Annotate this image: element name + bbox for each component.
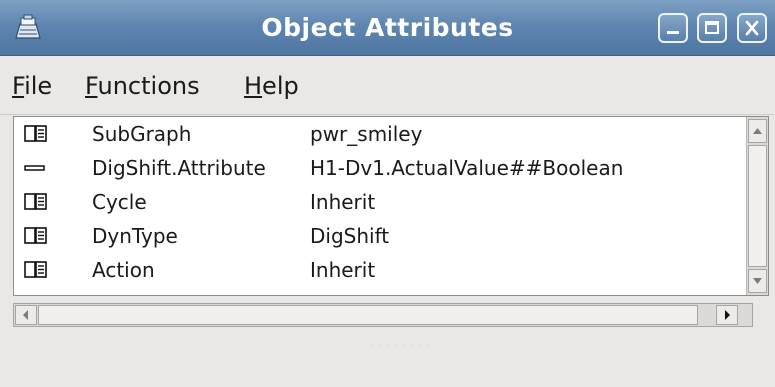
attribute-value: H1-Dv1.ActualValue##Boolean	[310, 156, 624, 180]
attribute-name: SubGraph	[92, 122, 192, 146]
attribute-list-pane: SubGraph pwr_smiley DigShift.Attribute H…	[13, 116, 769, 296]
menu-file[interactable]: File	[12, 70, 52, 102]
minimize-button[interactable]	[658, 13, 688, 43]
attribute-value: DigShift	[310, 224, 390, 248]
scroll-up-button[interactable]	[748, 119, 767, 143]
attribute-row-cycle[interactable]: Cycle Inherit	[14, 185, 742, 219]
vertical-scrollbar[interactable]	[746, 117, 768, 295]
attribute-row-dyntype[interactable]: DynType DigShift	[14, 219, 742, 253]
close-icon	[745, 20, 759, 36]
attribute-name: DigShift.Attribute	[92, 156, 266, 180]
arrow-left-icon	[23, 310, 28, 320]
attribute-name: Cycle	[92, 190, 147, 214]
menu-functions-label: unctions	[97, 72, 200, 100]
menu-functions[interactable]: Functions	[85, 70, 200, 102]
menu-file-label: ile	[24, 72, 53, 100]
title-bar[interactable]: Object Attributes	[0, 0, 775, 56]
minimize-icon	[667, 31, 679, 34]
attribute-name: Action	[92, 258, 155, 282]
folder-icon[interactable]	[23, 123, 51, 145]
arrow-right-icon	[725, 310, 730, 320]
attribute-value: Inherit	[310, 190, 376, 214]
attribute-row-digshift-attribute[interactable]: DigShift.Attribute H1-Dv1.ActualValue##B…	[14, 151, 742, 185]
maximize-button[interactable]	[697, 13, 727, 43]
attribute-list: SubGraph pwr_smiley DigShift.Attribute H…	[14, 117, 742, 295]
scroll-down-button[interactable]	[748, 269, 767, 293]
input-area	[0, 346, 775, 387]
maximize-icon	[705, 21, 719, 34]
menu-help[interactable]: Help	[244, 70, 299, 102]
scroll-right-button[interactable]	[716, 305, 738, 325]
attribute-name: DynType	[92, 224, 178, 248]
menu-file-mnemonic: F	[12, 72, 25, 100]
menu-bar: File Functions Help	[0, 56, 775, 115]
arrow-up-icon	[753, 128, 762, 134]
horizontal-scroll-thumb[interactable]	[38, 305, 698, 325]
close-button[interactable]	[737, 13, 767, 43]
horizontal-scrollbar[interactable]	[13, 303, 753, 327]
menu-functions-mnemonic: F	[85, 72, 98, 100]
pane-splitter-grip[interactable]	[369, 336, 433, 349]
menu-help-mnemonic: H	[244, 72, 263, 100]
attribute-value: Inherit	[310, 258, 376, 282]
attribute-row-subgraph[interactable]: SubGraph pwr_smiley	[14, 117, 742, 151]
folder-icon[interactable]	[23, 259, 51, 281]
object-attributes-window: Object Attributes File Functions Help Su…	[0, 0, 775, 387]
app-icon[interactable]	[12, 12, 44, 44]
attribute-value: pwr_smiley	[310, 122, 423, 146]
arrow-down-icon	[753, 278, 762, 284]
dash-icon	[23, 157, 51, 179]
folder-icon[interactable]	[23, 225, 51, 247]
scroll-left-button[interactable]	[15, 305, 37, 325]
attribute-row-action[interactable]: Action Inherit	[14, 253, 742, 287]
menu-help-label: elp	[262, 72, 299, 100]
folder-icon[interactable]	[23, 191, 51, 213]
vertical-scroll-thumb[interactable]	[748, 145, 767, 267]
